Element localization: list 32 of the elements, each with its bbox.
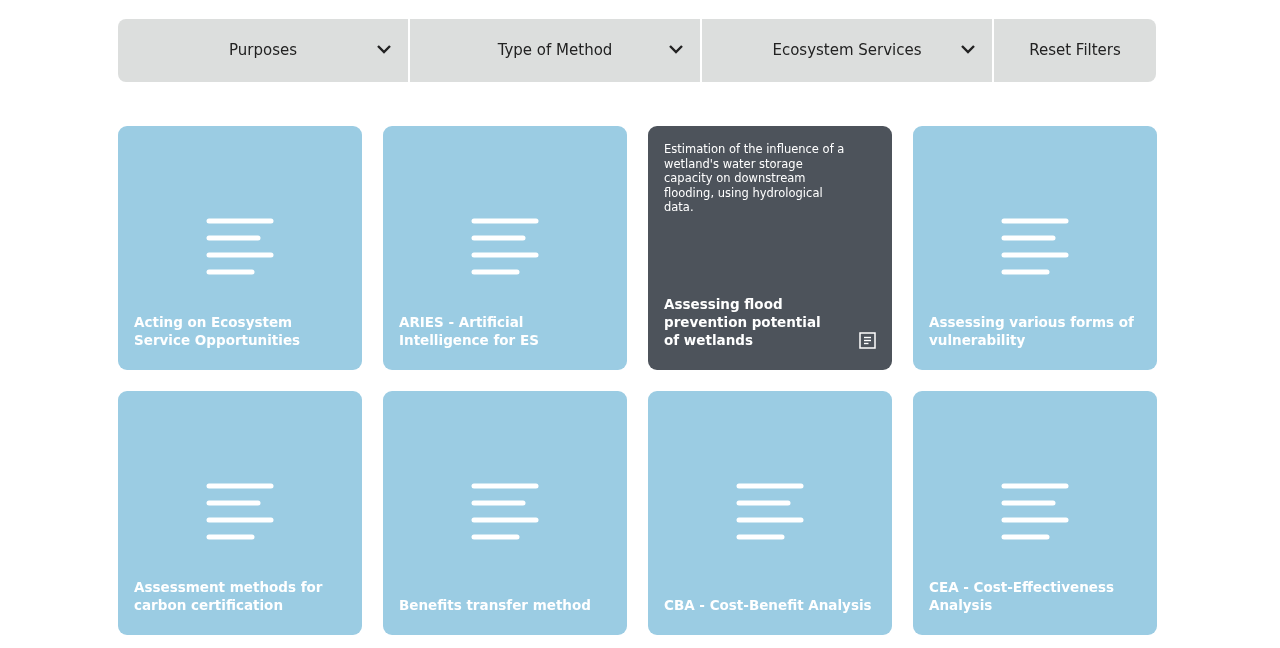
card-title: CBA - Cost-Benefit Analysis bbox=[664, 596, 873, 614]
method-card[interactable]: Estimation of the influence of a wetland's water storage capacity on downstream flooding, using hydrological data. Assessing flood prevention potential of wetlands bbox=[648, 126, 892, 370]
chevron-down-icon bbox=[376, 43, 392, 55]
card-title: Benefits transfer method bbox=[399, 596, 592, 614]
card-title: Acting on Ecosystem Service Opportunities bbox=[134, 313, 302, 349]
filter-dropdown[interactable]: Type of Method bbox=[410, 19, 700, 82]
method-card[interactable]: CEA - Cost-Effectiveness Analysis bbox=[913, 391, 1157, 635]
card-title: Assessment methods for carbon certification bbox=[134, 578, 324, 614]
text-lines-icon bbox=[471, 218, 539, 276]
method-card[interactable]: Benefits transfer method bbox=[383, 391, 627, 635]
chevron-down-icon bbox=[668, 43, 684, 55]
text-lines-icon bbox=[206, 483, 274, 541]
card-description: Estimation of the influence of a wetland's water storage capacity on downstream flooding, using hydrological data. bbox=[664, 142, 846, 215]
method-card[interactable]: Assessing various forms of vulnerability bbox=[913, 126, 1157, 370]
filter-dropdown[interactable]: Ecosystem Services bbox=[702, 19, 992, 82]
text-lines-icon bbox=[736, 483, 804, 541]
method-card[interactable]: Acting on Ecosystem Service Opportunities bbox=[118, 126, 362, 370]
chevron-down-icon bbox=[960, 43, 976, 55]
text-lines-icon bbox=[1001, 218, 1069, 276]
method-card[interactable]: CBA - Cost-Benefit Analysis bbox=[648, 391, 892, 635]
method-card[interactable]: Assessment methods for carbon certification bbox=[118, 391, 362, 635]
card-title: CEA - Cost-Effectiveness Analysis bbox=[929, 578, 1116, 614]
text-lines-icon bbox=[1001, 483, 1069, 541]
text-lines-icon bbox=[206, 218, 274, 276]
reset-filters-button[interactable]: Reset Filters bbox=[994, 19, 1156, 82]
text-lines-icon bbox=[471, 483, 539, 541]
card-title: Assessing flood prevention potential of wetlands bbox=[664, 295, 822, 349]
filter-dropdown[interactable]: Purposes bbox=[118, 19, 408, 82]
method-card[interactable]: ARIES - Artificial Intelligence for ES bbox=[383, 126, 627, 370]
card-title: Assessing various forms of vulnerability bbox=[929, 313, 1135, 349]
card-title: ARIES - Artificial Intelligence for ES bbox=[399, 313, 540, 349]
document-icon bbox=[859, 332, 876, 349]
